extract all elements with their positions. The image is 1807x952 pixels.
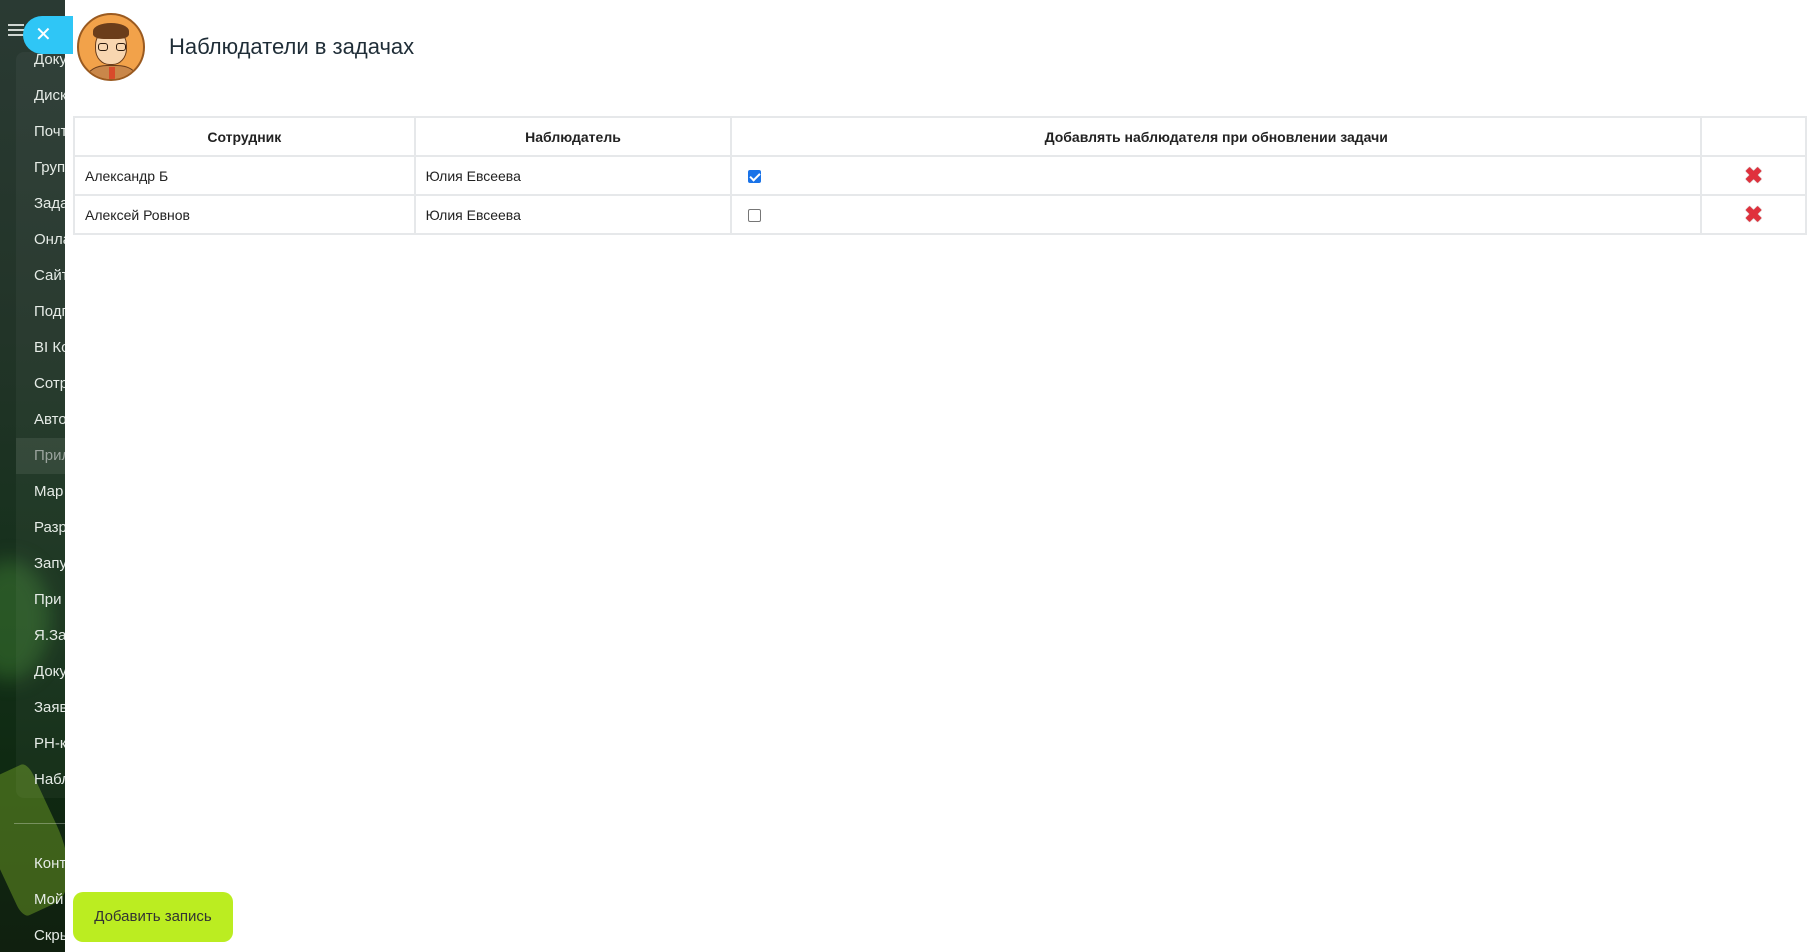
avatar-icon bbox=[77, 13, 145, 81]
column-header-actions bbox=[1700, 116, 1807, 157]
slider-panel: Наблюдатели в задачах Сотрудник Наблюдат… bbox=[65, 0, 1807, 952]
add-record-button[interactable]: Добавить запись bbox=[73, 892, 233, 942]
table-row: Алексей Ровнов Юлия Евсеева ✖ bbox=[73, 194, 1807, 235]
close-slider-button[interactable]: ✕ bbox=[23, 16, 73, 54]
add-on-update-cell bbox=[730, 194, 1703, 235]
slider-header: Наблюдатели в задачах bbox=[77, 12, 414, 82]
column-header-employee: Сотрудник bbox=[73, 116, 416, 157]
table-row: Александр Б Юлия Евсеева ✖ bbox=[73, 155, 1807, 196]
delete-icon[interactable]: ✖ bbox=[1744, 203, 1762, 226]
actions-cell: ✖ bbox=[1700, 155, 1807, 196]
column-header-add-on-update: Добавлять наблюдателя при обновлении зад… bbox=[730, 116, 1703, 157]
observers-table: Сотрудник Наблюдатель Добавлять наблюдат… bbox=[73, 116, 1807, 235]
menu-icon[interactable] bbox=[8, 24, 24, 36]
delete-icon[interactable]: ✖ bbox=[1744, 164, 1762, 187]
page-title: Наблюдатели в задачах bbox=[169, 34, 415, 59]
add-on-update-checkbox[interactable] bbox=[748, 209, 762, 223]
add-on-update-checkbox[interactable] bbox=[748, 170, 762, 184]
observers-table-wrapper: Сотрудник Наблюдатель Добавлять наблюдат… bbox=[73, 116, 1807, 235]
employee-cell: Алексей Ровнов bbox=[73, 194, 416, 235]
add-on-update-cell bbox=[730, 155, 1703, 196]
column-header-observer: Наблюдатель bbox=[413, 116, 733, 157]
observer-cell: Юлия Евсеева bbox=[413, 155, 733, 196]
employee-cell: Александр Б bbox=[73, 155, 416, 196]
close-icon: ✕ bbox=[35, 24, 52, 46]
table-header-row: Сотрудник Наблюдатель Добавлять наблюдат… bbox=[73, 116, 1807, 157]
actions-cell: ✖ bbox=[1700, 194, 1807, 235]
observer-cell: Юлия Евсеева bbox=[413, 194, 733, 235]
